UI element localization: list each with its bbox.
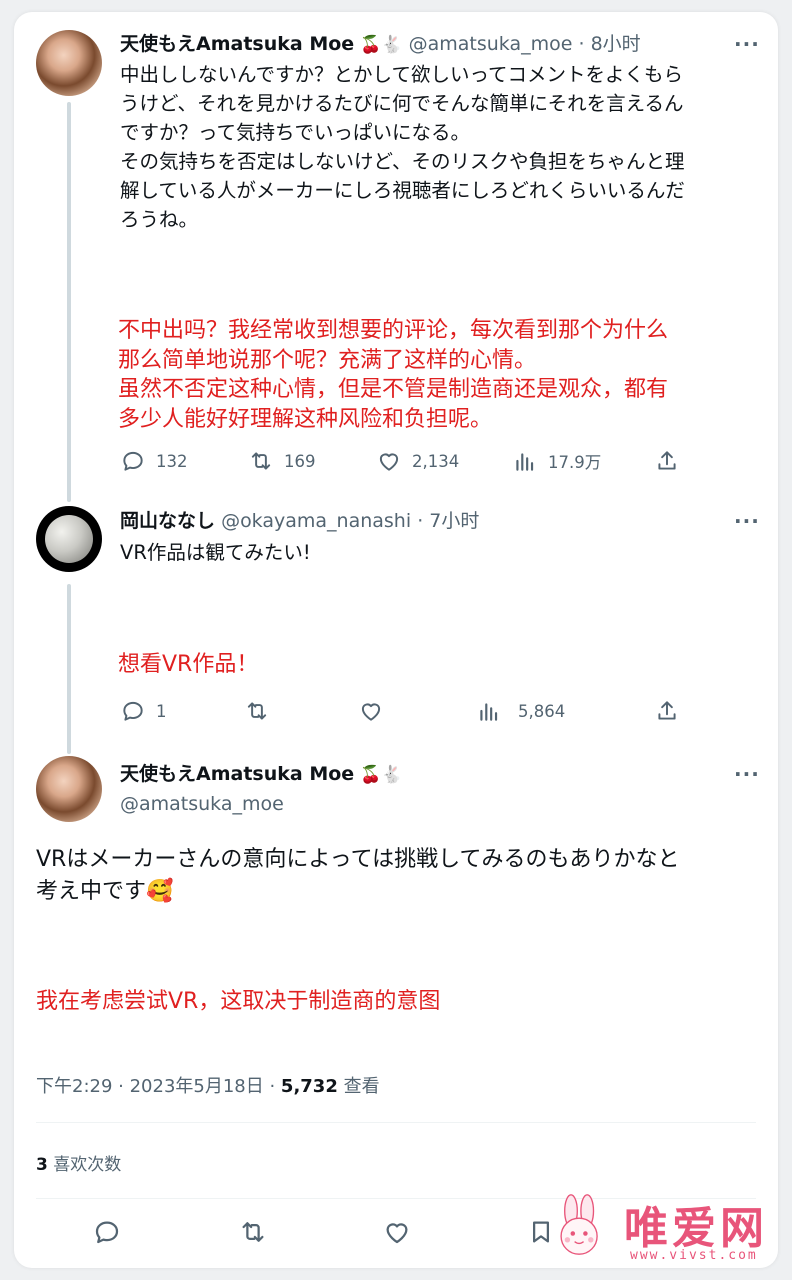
- likes-summary[interactable]: 3 喜欢次数: [36, 1150, 121, 1175]
- display-name[interactable]: 天使もえAmatsuka Moe: [120, 763, 354, 785]
- views-button[interactable]: 17.9万: [512, 446, 601, 476]
- views-count: 5,732: [280, 1076, 338, 1097]
- retweet-icon: [247, 702, 267, 720]
- share-icon: [658, 451, 676, 470]
- tweet-time[interactable]: 8小时: [591, 33, 641, 55]
- reply-count: 1: [156, 701, 167, 721]
- avatar[interactable]: [36, 756, 102, 822]
- tweet-thread-card: 天使もえAmatsuka Moe 🍒🐇 @amatsuka_moe · 8小时 …: [14, 12, 778, 1268]
- likes-count: 3: [36, 1155, 48, 1175]
- site-watermark: 唯爱网 www.vivst.com: [544, 1190, 774, 1268]
- separator-dot: ·: [417, 510, 424, 532]
- heart-icon: [379, 453, 399, 471]
- moon-image: [45, 515, 93, 563]
- cherry-emoji: 🍒: [360, 765, 382, 785]
- retweet-button[interactable]: 169: [248, 446, 316, 476]
- separator-dot: ·: [578, 33, 585, 55]
- share-button[interactable]: [654, 696, 680, 726]
- heart-icon: [361, 703, 381, 721]
- display-name[interactable]: 岡山ななし: [120, 510, 215, 532]
- reply-icon[interactable]: [92, 1217, 122, 1247]
- retweet-icon[interactable]: [238, 1217, 268, 1247]
- user-handle[interactable]: @amatsuka_moe: [120, 792, 284, 816]
- like-button[interactable]: [358, 696, 384, 726]
- user-handle[interactable]: @amatsuka_moe: [409, 33, 573, 55]
- avatar[interactable]: [36, 30, 102, 96]
- reply-icon: [123, 701, 143, 721]
- reply-icon: [123, 451, 143, 471]
- user-handle[interactable]: @okayama_nanashi: [221, 510, 411, 532]
- translation-text: 不中出吗？我经常收到想要的评论，每次看到那个为什么 那么简单地说那个呢？充满了这…: [118, 318, 669, 432]
- divider: [36, 1122, 756, 1123]
- tweet-header: 天使もえAmatsuka Moe 🍒🐇: [120, 762, 403, 787]
- analytics-icon: [516, 453, 534, 471]
- tweet-actions: 132 169 2,134 17.9万: [120, 446, 760, 476]
- tweet-time[interactable]: 7小时: [429, 510, 479, 532]
- more-options-icon[interactable]: ···: [734, 509, 760, 533]
- like-count: 2,134: [412, 451, 460, 471]
- bunny-mascot-icon: [560, 1194, 598, 1255]
- reply-count: 132: [156, 451, 188, 471]
- view-count: 5,864: [518, 701, 566, 721]
- share-icon: [658, 701, 676, 720]
- retweet-icon: [251, 452, 271, 470]
- tweet-text: VRはメーカーさんの意向によっては挑戦してみるのもありかなと 考え中です🥰: [36, 847, 680, 904]
- watermark-text: 唯爱网: [624, 1203, 768, 1254]
- translation-text: 想看VR作品！: [118, 652, 259, 677]
- avatar[interactable]: [36, 506, 102, 572]
- likes-label: 喜欢次数: [47, 1155, 122, 1175]
- watermark-url: www.vivst.com: [630, 1248, 758, 1263]
- heart-icon[interactable]: [382, 1217, 412, 1247]
- tweet-text: 中出ししないんですか？とかして欲しいってコメントをよくもら うけど、それを見かけ…: [120, 63, 685, 231]
- more-options-icon[interactable]: ···: [734, 32, 760, 56]
- thread-line: [67, 584, 71, 754]
- retweet-button[interactable]: [244, 696, 270, 726]
- reply-button[interactable]: 132: [120, 446, 188, 476]
- rabbit-emoji: 🐇: [381, 35, 403, 55]
- tweet-text: VR作品は観てみたい!: [120, 541, 311, 564]
- share-button[interactable]: [654, 446, 680, 476]
- rabbit-emoji: 🐇: [381, 765, 403, 785]
- views-label: 查看: [337, 1076, 380, 1097]
- analytics-icon: [480, 703, 498, 721]
- cherry-emoji: 🍒: [360, 35, 382, 55]
- view-count: 17.9万: [548, 453, 602, 472]
- tweet-header: 岡山ななし @okayama_nanashi · 7小时: [120, 509, 479, 533]
- more-options-icon[interactable]: ···: [734, 762, 760, 786]
- tweet-header: 天使もえAmatsuka Moe 🍒🐇 @amatsuka_moe · 8小时: [120, 32, 641, 57]
- tweet-actions: 1 5,864: [120, 696, 760, 726]
- tweet-timestamp: 下午2:29 · 2023年5月18日 · 5,732 查看: [36, 1072, 380, 1098]
- display-name[interactable]: 天使もえAmatsuka Moe: [120, 33, 354, 55]
- like-button[interactable]: 2,134: [376, 446, 459, 476]
- timestamp-text[interactable]: 下午2:29 · 2023年5月18日 ·: [36, 1076, 281, 1097]
- views-button[interactable]: 5,864: [476, 696, 565, 726]
- reply-button[interactable]: 1: [120, 696, 167, 726]
- translation-text: 我在考虑尝试VR，这取决于制造商的意图: [36, 989, 441, 1014]
- retweet-count: 169: [284, 451, 316, 471]
- thread-line: [67, 102, 71, 502]
